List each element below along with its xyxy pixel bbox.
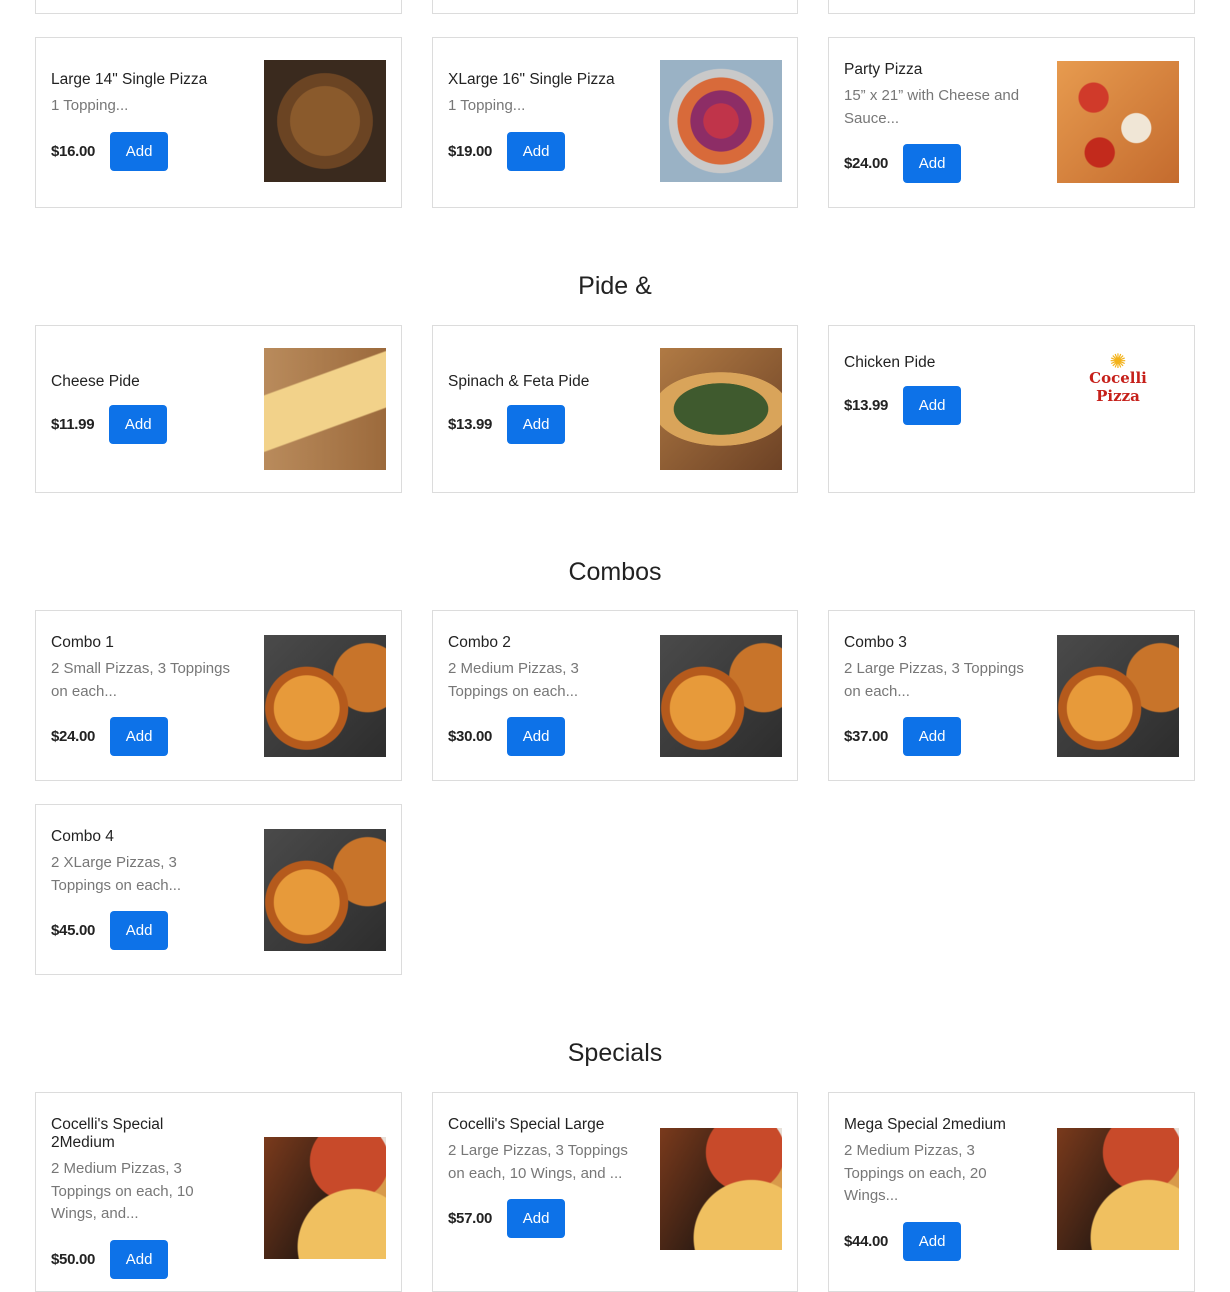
pizza-photo bbox=[264, 60, 386, 182]
menu-item-card[interactable]: Party Pizza 15” x 21” with Cheese and Sa… bbox=[828, 37, 1195, 208]
section-title-combos: Combos bbox=[568, 558, 662, 586]
special-photo bbox=[1057, 1128, 1179, 1250]
item-name: Large 14" Single Pizza bbox=[51, 71, 208, 88]
item-price: $16.00 bbox=[51, 142, 96, 160]
item-name: Combo 2 bbox=[448, 634, 511, 651]
item-price: $50.00 bbox=[51, 1250, 96, 1268]
item-description: 2 Large Pizzas, 3 Toppings on each... bbox=[844, 660, 1024, 700]
menu-item-card[interactable]: Mega Special 2medium 2 Medium Pizzas, 3 … bbox=[828, 1092, 1195, 1292]
item-name: Cheese Pide bbox=[51, 373, 140, 390]
item-name: Combo 3 bbox=[844, 634, 907, 651]
logo-wordmark: Cocelli Pizza bbox=[1089, 369, 1147, 405]
menu-item-card[interactable]: Cheese Pide $11.99 Add bbox=[35, 325, 402, 493]
item-description: 1 Topping... bbox=[448, 97, 526, 114]
item-price: $37.00 bbox=[844, 728, 889, 745]
pizza-photo bbox=[660, 60, 782, 182]
add-button[interactable]: Add bbox=[903, 1221, 962, 1261]
combo-photo bbox=[264, 829, 386, 951]
item-name: XLarge 16" Single Pizza bbox=[448, 71, 615, 88]
add-button[interactable]: Add bbox=[109, 405, 168, 444]
item-price: $24.00 bbox=[51, 728, 96, 745]
item-price: $24.00 bbox=[844, 155, 889, 172]
item-name: Chicken Pide bbox=[844, 354, 936, 371]
menu-item-card[interactable] bbox=[432, 0, 798, 14]
menu-item-card[interactable]: Combo 1 2 Small Pizzas, 3 Toppings on ea… bbox=[35, 610, 402, 781]
item-price: $44.00 bbox=[844, 1232, 889, 1250]
item-description: 1 Topping... bbox=[51, 97, 129, 114]
item-description: 2 Small Pizzas, 3 Toppings on each... bbox=[51, 660, 230, 700]
item-description: 15” x 21” with Cheese and Sauce... bbox=[844, 87, 1020, 127]
add-button[interactable]: Add bbox=[903, 717, 962, 756]
menu-item-card[interactable]: Spinach & Feta Pide $13.99 Add bbox=[432, 325, 798, 493]
add-button[interactable]: Add bbox=[507, 405, 566, 444]
item-price: $13.99 bbox=[448, 416, 493, 433]
special-photo bbox=[660, 1128, 782, 1250]
cocelli-pizza-logo: ✺ Cocelli Pizza bbox=[1057, 331, 1179, 453]
item-price: $30.00 bbox=[448, 728, 493, 745]
add-button[interactable]: Add bbox=[903, 386, 962, 425]
sun-icon: ✺ bbox=[1109, 351, 1127, 373]
add-button[interactable]: Add bbox=[903, 144, 962, 183]
add-button[interactable]: Add bbox=[507, 1199, 566, 1238]
item-price: $45.00 bbox=[51, 922, 96, 939]
add-button[interactable]: Add bbox=[507, 717, 566, 756]
menu-item-card[interactable]: Combo 3 2 Large Pizzas, 3 Toppings on ea… bbox=[828, 610, 1195, 781]
pizza-photo bbox=[1057, 61, 1179, 183]
item-description: 2 Large Pizzas, 3 Toppings on each, 10 W… bbox=[448, 1142, 628, 1182]
combo-photo bbox=[1057, 635, 1179, 757]
pide-photo bbox=[660, 348, 782, 470]
combo-photo bbox=[264, 635, 386, 757]
add-button[interactable]: Add bbox=[110, 717, 169, 756]
add-button[interactable]: Add bbox=[110, 911, 169, 950]
item-price: $11.99 bbox=[51, 416, 95, 433]
menu-item-card[interactable] bbox=[35, 0, 402, 14]
item-price: $19.00 bbox=[448, 142, 493, 160]
item-name: Mega Special 2medium bbox=[844, 1116, 1006, 1133]
menu-item-card[interactable]: Combo 2 2 Medium Pizzas, 3 Toppings on e… bbox=[432, 610, 798, 781]
item-price: $13.99 bbox=[844, 397, 889, 414]
menu-item-card[interactable]: Combo 4 2 XLarge Pizzas, 3 Toppings on e… bbox=[35, 804, 402, 975]
special-photo bbox=[264, 1137, 386, 1259]
menu-item-card[interactable]: Chicken Pide $13.99 Add ✺ Cocelli Pizza bbox=[828, 325, 1195, 493]
menu-item-card[interactable]: Cocelli's Special 2Medium 2 Medium Pizza… bbox=[35, 1092, 402, 1292]
add-button[interactable]: Add bbox=[507, 131, 566, 171]
item-name: Combo 1 bbox=[51, 634, 114, 651]
menu-item-card[interactable]: Large 14" Single Pizza 1 Topping... $16.… bbox=[35, 37, 402, 208]
item-name: Party Pizza bbox=[844, 61, 923, 78]
menu-item-card[interactable]: XLarge 16" Single Pizza 1 Topping... $19… bbox=[432, 37, 798, 208]
item-price: $57.00 bbox=[448, 1210, 493, 1227]
add-button[interactable]: Add bbox=[110, 1239, 169, 1279]
item-name: Combo 4 bbox=[51, 828, 114, 845]
item-name: Cocelli's Special Large bbox=[448, 1116, 605, 1133]
menu-item-card[interactable]: Cocelli's Special Large 2 Large Pizzas, … bbox=[432, 1092, 798, 1292]
add-button[interactable]: Add bbox=[110, 131, 169, 171]
item-name: Spinach & Feta Pide bbox=[448, 373, 590, 390]
item-name: Cocelli's Special 2Medium bbox=[51, 1116, 164, 1151]
item-description: 2 Medium Pizzas, 3 Toppings on each, 10 … bbox=[51, 1160, 194, 1222]
section-title-pide: Pide & bbox=[578, 272, 652, 300]
item-description: 2 XLarge Pizzas, 3 Toppings on each... bbox=[51, 854, 182, 894]
section-title-specials: Specials bbox=[567, 1039, 663, 1067]
item-description: 2 Medium Pizzas, 3 Toppings on each... bbox=[448, 660, 579, 700]
pide-photo bbox=[264, 348, 386, 470]
combo-photo bbox=[660, 635, 782, 757]
item-description: 2 Medium Pizzas, 3 Toppings on each, 20 … bbox=[844, 1142, 987, 1204]
menu-item-card[interactable] bbox=[828, 0, 1195, 14]
